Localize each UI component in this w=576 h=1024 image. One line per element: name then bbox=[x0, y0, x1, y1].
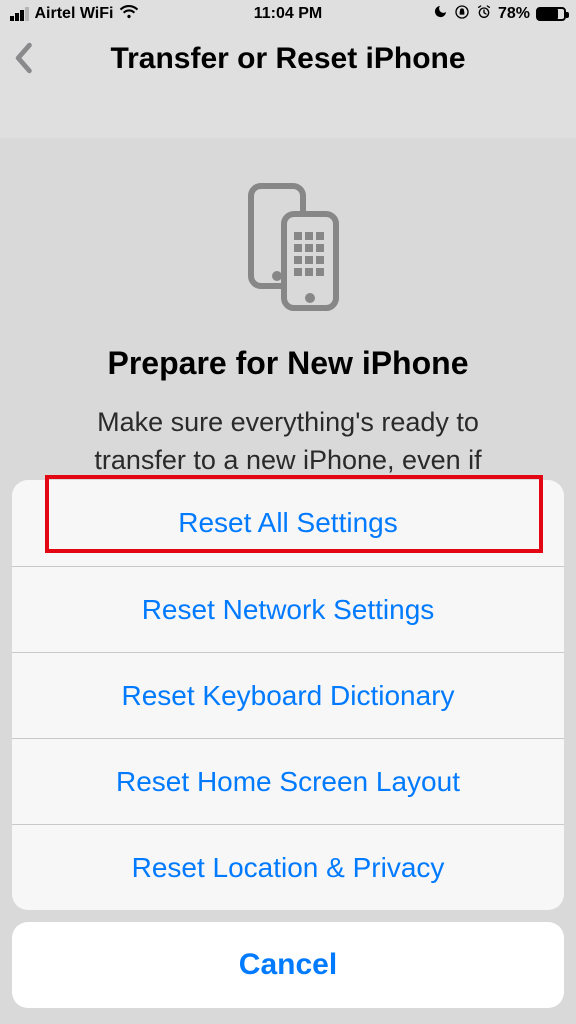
back-button[interactable] bbox=[12, 42, 42, 79]
orientation-lock-icon bbox=[454, 4, 470, 25]
status-bar: Airtel WiFi 11:04 PM 78% bbox=[0, 0, 576, 28]
signal-icon bbox=[10, 7, 29, 21]
status-right: 78% bbox=[433, 4, 566, 25]
wifi-icon bbox=[119, 5, 139, 24]
status-left: Airtel WiFi bbox=[10, 5, 139, 24]
reset-network-settings-button[interactable]: Reset Network Settings bbox=[12, 566, 564, 652]
battery-icon bbox=[536, 7, 566, 21]
moon-icon bbox=[433, 4, 448, 24]
reset-all-settings-button[interactable]: Reset All Settings bbox=[12, 480, 564, 566]
hero-heading: Prepare for New iPhone bbox=[48, 345, 528, 382]
carrier-label: Airtel WiFi bbox=[35, 5, 114, 23]
sheet-option-group: Reset All Settings Reset Network Setting… bbox=[12, 480, 564, 910]
battery-label: 78% bbox=[498, 5, 530, 23]
action-sheet: Reset All Settings Reset Network Setting… bbox=[12, 480, 564, 1008]
reset-keyboard-dictionary-button[interactable]: Reset Keyboard Dictionary bbox=[12, 652, 564, 738]
nav-header: Transfer or Reset iPhone bbox=[0, 28, 576, 138]
page-title: Transfer or Reset iPhone bbox=[42, 42, 534, 76]
reset-location-privacy-button[interactable]: Reset Location & Privacy bbox=[12, 824, 564, 910]
cancel-button[interactable]: Cancel bbox=[12, 922, 564, 1008]
battery-fill bbox=[538, 9, 558, 19]
main-content: Prepare for New iPhone Make sure everyth… bbox=[0, 138, 576, 480]
hero-body: Make sure everything's ready to transfer… bbox=[48, 404, 528, 480]
reset-home-screen-layout-button[interactable]: Reset Home Screen Layout bbox=[12, 738, 564, 824]
alarm-icon bbox=[476, 4, 492, 25]
two-iphones-icon bbox=[233, 182, 343, 317]
